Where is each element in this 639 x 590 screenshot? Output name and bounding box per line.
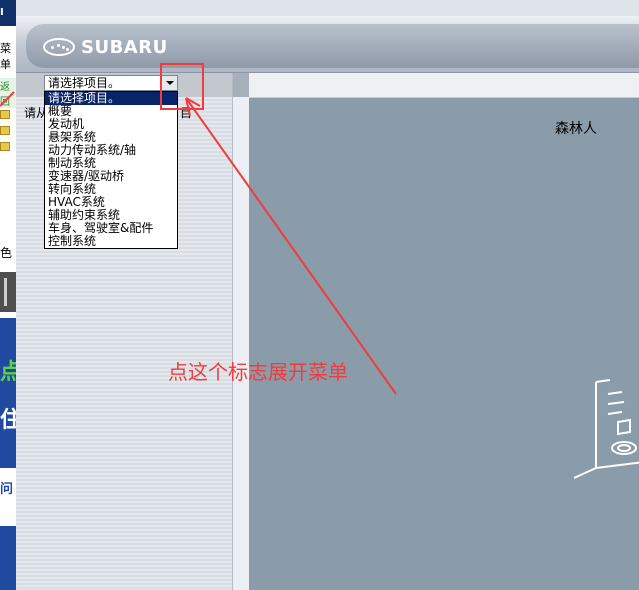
manual-window: SUBARU 森林人 请从 目 请选择项目。 请选择项目。 概要 发动机 悬架系…	[16, 16, 639, 590]
category-select-value: 请选择项目。	[48, 76, 121, 90]
brand-name: SUBARU	[81, 36, 168, 58]
background-title: I	[0, 7, 4, 18]
folder-icon[interactable]	[0, 126, 10, 135]
subaru-emblem-icon	[43, 38, 75, 56]
product-name: 森林人	[555, 121, 597, 137]
category-dropdown-list[interactable]: 请选择项目。 概要 发动机 悬架系统 动力传动系统/轴 制动系统 变速器/驱动桥…	[44, 91, 178, 249]
background-window: I 菜单 返回 色 点 住 问	[0, 0, 16, 590]
banner-text-1: 点	[0, 360, 16, 385]
brand-logo: SUBARU	[43, 36, 168, 58]
background-titlebar: I	[0, 0, 16, 26]
background-side-text: 色	[0, 246, 13, 260]
app-header: SUBARU	[16, 16, 639, 73]
background-menu-label[interactable]: 菜单	[0, 40, 16, 72]
banner-button[interactable]: 问	[0, 468, 16, 526]
annotation-highlight-box	[160, 63, 204, 110]
annotation-text: 点这个标志展开菜单	[168, 360, 348, 384]
folder-icon[interactable]	[0, 110, 10, 119]
panel-splitter[interactable]	[232, 73, 250, 590]
illustration-graphic	[574, 379, 639, 479]
dropdown-option[interactable]: 控制系统	[45, 235, 177, 248]
folder-icon[interactable]	[0, 142, 10, 151]
background-back-label[interactable]: 返回	[0, 78, 16, 108]
banner-text-3: 问	[0, 482, 14, 497]
content-toolbar	[249, 73, 639, 98]
banner-text-2: 住	[0, 408, 16, 433]
category-select[interactable]: 请选择项目。	[44, 75, 178, 91]
content-panel: 森林人	[249, 73, 639, 590]
background-dark-panel	[0, 272, 16, 312]
splitter-tab	[233, 73, 249, 97]
background-ad-banner: 点 住 问	[0, 318, 16, 590]
